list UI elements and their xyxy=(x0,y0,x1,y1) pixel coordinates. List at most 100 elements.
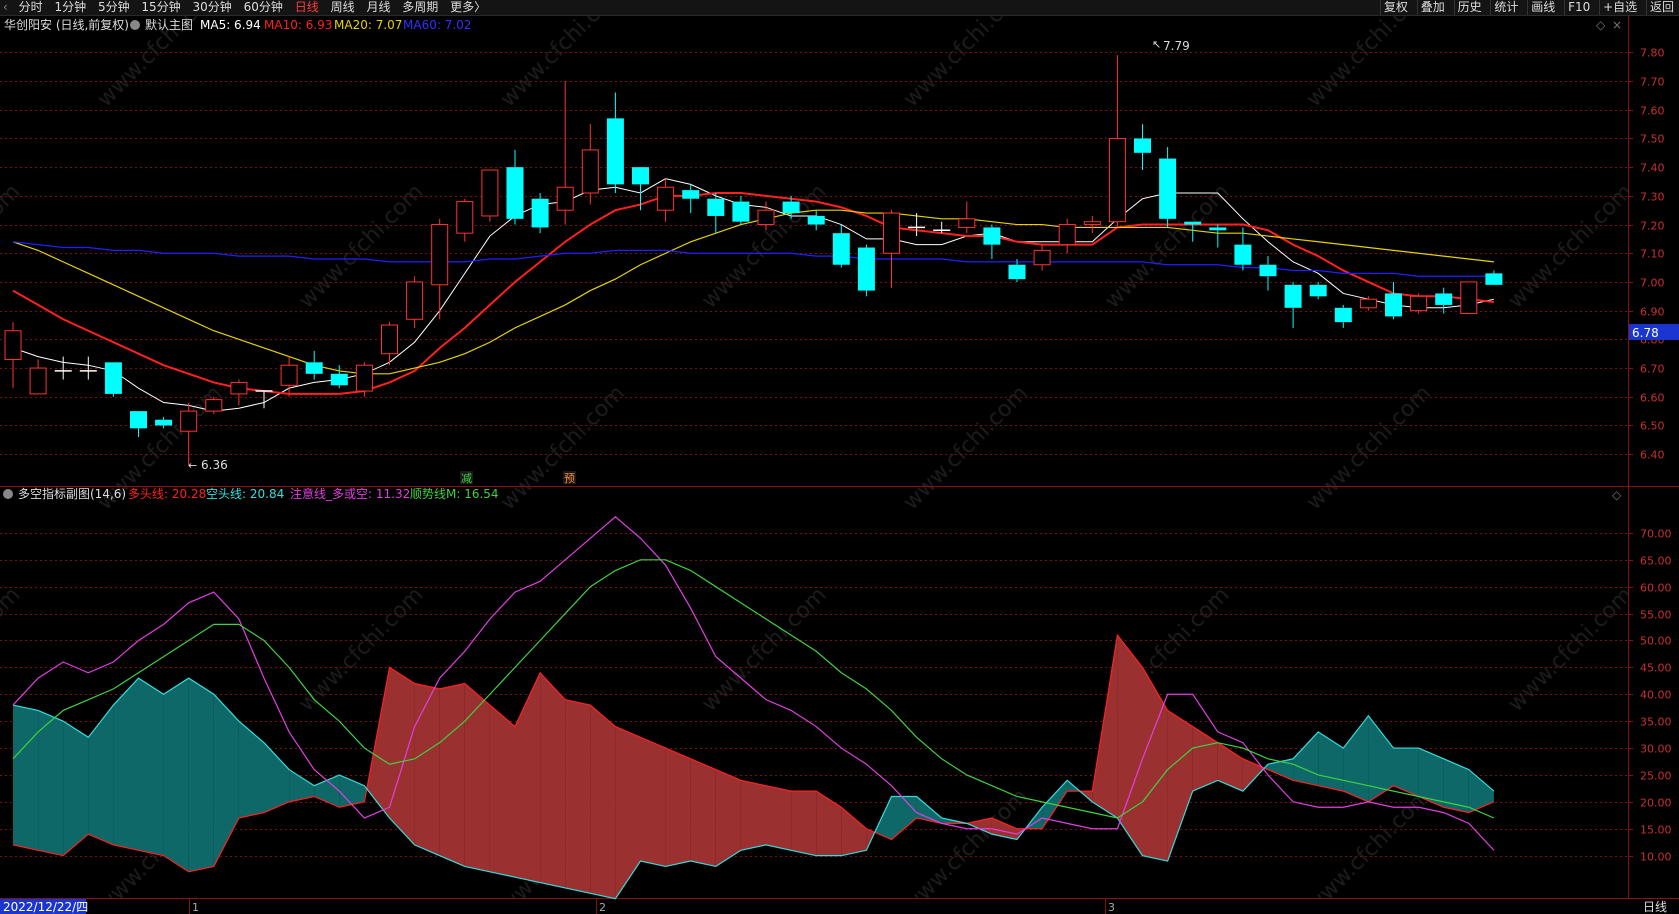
candle-body xyxy=(1033,249,1051,266)
price-tick-label: 7.40 xyxy=(1640,162,1665,175)
tab-more[interactable]: 更多〉 xyxy=(446,0,490,15)
high-price-label: 7.79 xyxy=(1163,39,1190,53)
candle-body xyxy=(180,410,198,432)
duo-area xyxy=(389,667,415,845)
kong-area xyxy=(38,710,64,856)
low-price-label: 6.36 xyxy=(201,458,228,472)
kong-legend: 空头线: 20.84 xyxy=(206,487,284,501)
indicator-tick-label: 50.00 xyxy=(1640,635,1672,648)
candle-body xyxy=(983,227,1001,245)
duo-area xyxy=(665,748,691,867)
sub-indicator-name[interactable]: 多空指标副图(14,6) xyxy=(18,486,126,501)
duo-area xyxy=(464,683,490,872)
candle-body xyxy=(757,209,775,226)
maximize-icon[interactable]: ◇ xyxy=(1596,18,1606,32)
settings-gear-icon[interactable] xyxy=(130,20,140,30)
kong-area xyxy=(13,705,39,851)
candle-body xyxy=(230,381,248,395)
stats-button[interactable]: 统计 xyxy=(1490,0,1521,15)
indicator-axis: 10.00 15.00 20.00 25.00 30.00 35.00 40.00 45.00… xyxy=(1628,528,1672,864)
return-button[interactable]: 返回 xyxy=(1645,0,1677,15)
price-tick-label: 6.70 xyxy=(1640,363,1665,376)
indicator-tick-label: 70.00 xyxy=(1640,528,1672,541)
candle-body xyxy=(807,215,825,225)
indicator-tick-label: 30.00 xyxy=(1640,743,1672,756)
indicator-tick-label: 15.00 xyxy=(1640,824,1672,837)
price-tick-label: 6.60 xyxy=(1640,392,1665,405)
candle-body xyxy=(205,399,223,412)
duo-legend: 多头线: 20.28 xyxy=(128,487,206,501)
indicator-tick-label: 20.00 xyxy=(1640,797,1672,810)
back-arrow-icon[interactable]: ‹ xyxy=(0,0,11,15)
candle-body xyxy=(4,330,22,360)
ma60-legend: MA60: 7.02 xyxy=(403,18,471,32)
duo-area xyxy=(540,672,566,888)
price-tick-label: 7.50 xyxy=(1640,133,1665,146)
price-tick-label: 7.20 xyxy=(1640,220,1665,233)
tab-15min[interactable]: 15分钟 xyxy=(137,0,184,15)
subpanel-gear-icon[interactable] xyxy=(3,489,13,499)
candle-body xyxy=(1284,284,1302,308)
price-tick-label: 6.50 xyxy=(1640,420,1665,433)
candle-body xyxy=(381,324,398,355)
candle xyxy=(1410,293,1428,314)
subpanel-toggle-icon[interactable]: ◇ xyxy=(1612,488,1622,502)
chart-area[interactable]: www.cfchi.com 6.406.506.606.706.806.907.… xyxy=(0,16,1679,914)
candle-body xyxy=(130,411,147,429)
tab-5min[interactable]: 5分钟 xyxy=(94,0,134,15)
stock-title: 华创阳安 (日线,前复权) xyxy=(4,17,129,32)
tab-60min[interactable]: 60分钟 xyxy=(240,0,287,15)
candle-body xyxy=(506,167,524,219)
indicator-tick-label: 60.00 xyxy=(1640,582,1672,595)
shunshi-legend: 顺势线M: 16.54 xyxy=(410,487,499,501)
indicator-tick-label: 25.00 xyxy=(1640,770,1672,783)
duo-area xyxy=(565,699,591,894)
overlay-button[interactable]: 叠加 xyxy=(1416,0,1448,15)
duo-area xyxy=(414,683,440,856)
tab-weekly[interactable]: 周线 xyxy=(327,0,359,15)
candle-body xyxy=(606,118,624,185)
candle-body xyxy=(682,190,700,199)
candle-body xyxy=(280,364,298,386)
candle-body xyxy=(632,167,649,185)
period-nav: ‹ 分时 1分钟 5分钟 15分钟 30分钟 60分钟 日线 周线 月线 多周期… xyxy=(0,0,490,15)
price-tick-label: 7.10 xyxy=(1640,248,1665,261)
tab-30min[interactable]: 30分钟 xyxy=(189,0,236,15)
tab-daily[interactable]: 日线 xyxy=(291,0,323,15)
close-icon[interactable]: × xyxy=(1612,18,1622,32)
candle-body xyxy=(1134,138,1151,153)
ma5-legend: MA5: 6.94 xyxy=(200,18,261,32)
candle-body xyxy=(406,281,424,320)
candle-body xyxy=(456,201,474,234)
price-tick-label: 7.30 xyxy=(1640,191,1665,204)
kong-area xyxy=(63,721,89,856)
candle-body xyxy=(1435,293,1453,305)
current-price-value: 6.78 xyxy=(1632,326,1659,340)
ma20-legend: MA20: 7.07 xyxy=(334,18,402,32)
fuquan-button[interactable]: 复权 xyxy=(1379,0,1411,15)
tab-monthly[interactable]: 月线 xyxy=(362,0,394,15)
duo-area xyxy=(715,769,741,867)
candle-body xyxy=(330,373,348,386)
f10-button[interactable]: F10 xyxy=(1564,0,1593,15)
candle-body xyxy=(431,224,449,286)
candle-body xyxy=(556,186,574,211)
tab-1min[interactable]: 1分钟 xyxy=(50,0,90,15)
month-label-1: 1 xyxy=(192,901,199,914)
signal-yu: 预 xyxy=(564,472,575,485)
main-chart-name[interactable]: 默认主图 xyxy=(145,17,193,32)
draw-button[interactable]: 画线 xyxy=(1527,0,1558,15)
duo-area xyxy=(690,758,716,867)
history-button[interactable]: 历史 xyxy=(1453,0,1485,15)
candle-body xyxy=(883,212,900,254)
tab-fenshi[interactable]: 分时 xyxy=(15,0,47,15)
period-indicator[interactable]: 日线 xyxy=(1643,900,1667,914)
tab-multi-period[interactable]: 多周期 xyxy=(398,0,442,15)
candle-body xyxy=(1159,158,1177,219)
candle-body xyxy=(1209,227,1227,231)
add-watchlist-button[interactable]: +自选 xyxy=(1599,0,1640,15)
price-axis: 6.406.506.606.706.806.907.007.107.207.30… xyxy=(1628,47,1665,462)
candle-body xyxy=(305,362,323,374)
candle xyxy=(531,192,549,234)
indicator-tick-label: 55.00 xyxy=(1640,609,1672,622)
